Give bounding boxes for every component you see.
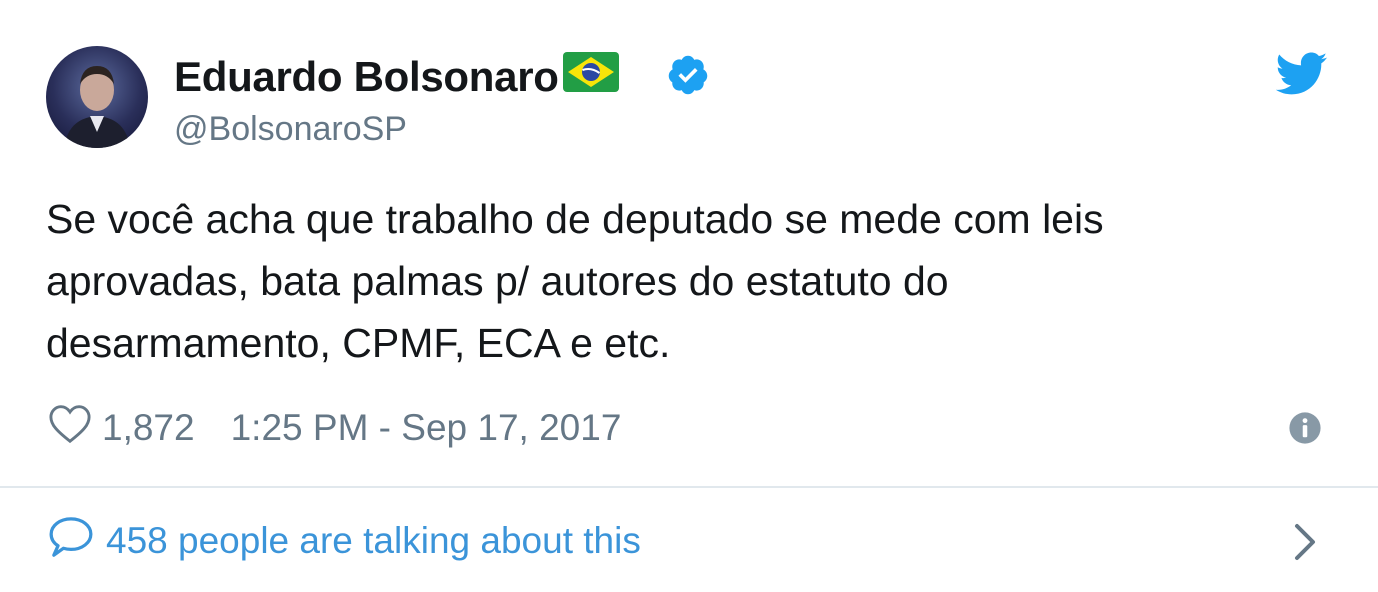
speech-bubble-icon xyxy=(48,516,94,567)
author-handle[interactable]: @BolsonaroSP xyxy=(174,110,407,149)
talking-about-text[interactable]: 458 people are talking about this xyxy=(106,520,641,562)
divider xyxy=(0,486,1378,488)
avatar[interactable] xyxy=(46,46,148,148)
tweet-text: Se você acha que trabalho de deputado se… xyxy=(46,188,1286,374)
conversation-link[interactable]: 458 people are talking about this xyxy=(48,516,641,566)
author-display-name[interactable]: Eduardo Bolsonaro xyxy=(174,53,559,101)
tweet-meta-row: 1,872 1:25 PM - Sep 17, 2017 xyxy=(48,403,621,453)
twitter-bird-icon[interactable] xyxy=(1275,52,1328,101)
author-name-row: Eduardo Bolsonaro xyxy=(174,52,619,102)
brazil-flag-icon xyxy=(562,52,619,102)
chevron-right-icon[interactable] xyxy=(1293,522,1317,567)
tweet-timestamp[interactable]: 1:25 PM - Sep 17, 2017 xyxy=(231,407,622,449)
verified-badge-icon xyxy=(666,53,710,102)
info-icon[interactable] xyxy=(1288,411,1322,450)
embedded-tweet-card: Eduardo Bolsonaro @BolsonaroSP Se você a… xyxy=(0,0,1378,592)
tweet-text-line: Se você acha que trabalho de deputado se… xyxy=(46,196,1104,242)
like-count[interactable]: 1,872 xyxy=(102,407,195,449)
tweet-text-line: aprovadas, bata palmas p/ autores do est… xyxy=(46,258,949,304)
tweet-text-line: desarmamento, CPMF, ECA e etc. xyxy=(46,320,671,366)
heart-icon[interactable] xyxy=(48,404,92,453)
